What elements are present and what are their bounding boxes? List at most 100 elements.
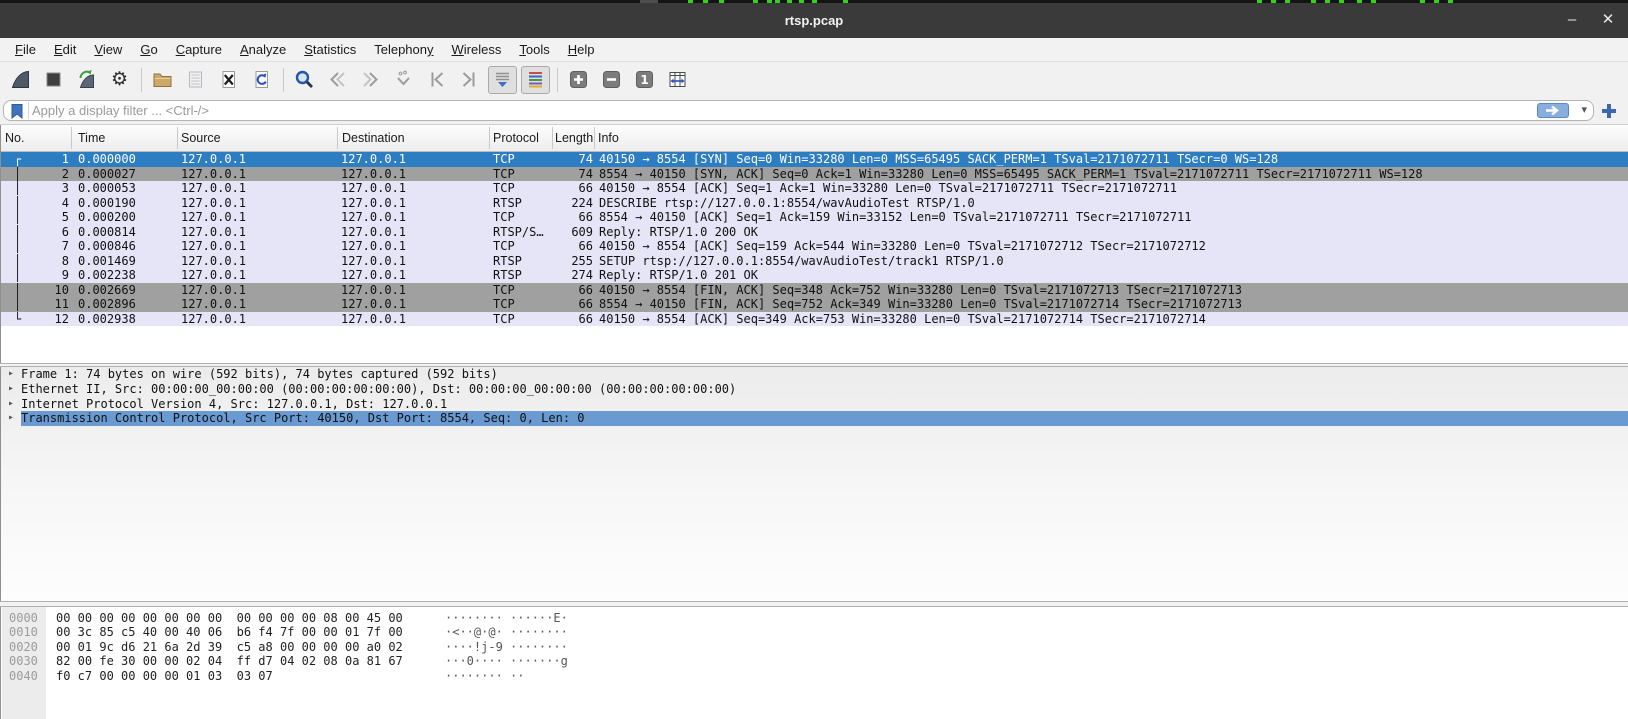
expander-icon[interactable]: ▸ bbox=[1, 411, 21, 426]
menu-view[interactable]: View bbox=[85, 38, 131, 61]
cell-dst: 127.0.0.1 bbox=[341, 254, 489, 269]
capture-stop-icon[interactable] bbox=[39, 66, 68, 94]
hex-row-0040[interactable]: 0040f0 c7 00 00 00 00 01 03 03 07·······… bbox=[1, 669, 1628, 683]
cell-info: 40150 → 8554 [FIN, ACK] Seq=348 Ack=752 … bbox=[599, 283, 1628, 298]
column-header-info[interactable]: Info bbox=[598, 125, 619, 152]
expander-icon[interactable]: ▸ bbox=[1, 367, 21, 382]
column-separator[interactable] bbox=[71, 127, 72, 149]
hex-bytes: f0 c7 00 00 00 00 01 03 03 07 bbox=[56, 669, 273, 683]
menu-help[interactable]: Help bbox=[559, 38, 604, 61]
file-reload-icon[interactable] bbox=[247, 66, 276, 94]
packet-row-11[interactable]: │110.002896127.0.0.1127.0.0.1TCP668554 →… bbox=[1, 297, 1628, 312]
hex-row-0000[interactable]: 000000 00 00 00 00 00 00 00 00 00 00 00 … bbox=[1, 611, 1628, 625]
cell-dst: 127.0.0.1 bbox=[341, 196, 489, 211]
file-close-icon[interactable] bbox=[214, 66, 243, 94]
menu-telephony[interactable]: Telephony bbox=[365, 38, 442, 61]
go-back-icon[interactable] bbox=[323, 66, 352, 94]
menu-statistics[interactable]: Statistics bbox=[295, 38, 365, 61]
find-packet-icon[interactable] bbox=[290, 66, 319, 94]
packet-row-4[interactable]: │40.000190127.0.0.1127.0.0.1RTSP224DESCR… bbox=[1, 196, 1628, 211]
toolbar-separator bbox=[141, 68, 142, 92]
hex-ascii: ········ ·· bbox=[445, 669, 524, 683]
column-separator[interactable] bbox=[489, 127, 490, 149]
menu-edit[interactable]: Edit bbox=[45, 38, 85, 61]
packet-row-9[interactable]: │90.002238127.0.0.1127.0.0.1RTSP274Reply… bbox=[1, 268, 1628, 283]
column-header-source[interactable]: Source bbox=[181, 125, 221, 152]
cell-len: 66 bbox=[539, 210, 593, 225]
packet-row-12[interactable]: └120.002938127.0.0.1127.0.0.1TCP6640150 … bbox=[1, 312, 1628, 327]
auto-scroll-icon[interactable] bbox=[488, 66, 517, 94]
column-separator[interactable] bbox=[594, 127, 595, 149]
go-to-packet-icon[interactable] bbox=[389, 66, 418, 94]
column-separator[interactable] bbox=[337, 127, 338, 149]
column-separator[interactable] bbox=[552, 127, 553, 149]
go-first-icon[interactable] bbox=[422, 66, 451, 94]
hex-ascii: ········ ······E· bbox=[445, 611, 568, 625]
cell-len: 66 bbox=[539, 312, 593, 327]
menu-go[interactable]: Go bbox=[131, 38, 166, 61]
packet-row-3[interactable]: │30.000053127.0.0.1127.0.0.1TCP6640150 →… bbox=[1, 181, 1628, 196]
go-last-icon[interactable] bbox=[455, 66, 484, 94]
resize-columns-icon[interactable] bbox=[663, 66, 692, 94]
add-filter-button-icon[interactable] bbox=[1600, 102, 1618, 120]
hex-row-0020[interactable]: 002000 01 9c d6 21 6a 2d 39 c5 a8 00 00 … bbox=[1, 640, 1628, 654]
capture-options-icon[interactable]: ⚙ bbox=[105, 66, 134, 94]
cell-no: 1 bbox=[1, 152, 69, 167]
colorize-icon[interactable] bbox=[521, 66, 550, 94]
menu-analyze[interactable]: Analyze bbox=[231, 38, 295, 61]
cell-time: 0.000814 bbox=[78, 225, 176, 240]
column-header-protocol[interactable]: Protocol bbox=[493, 125, 539, 152]
menu-tools[interactable]: Tools bbox=[510, 38, 558, 61]
packet-row-10[interactable]: │100.002669127.0.0.1127.0.0.1TCP6640150 … bbox=[1, 283, 1628, 298]
packet-row-1[interactable]: ┌10.000000127.0.0.1127.0.0.1TCP7440150 →… bbox=[1, 152, 1628, 167]
detail-text: Ethernet II, Src: 00:00:00_00:00:00 (00:… bbox=[21, 382, 1628, 397]
hex-row-0010[interactable]: 001000 3c 85 c5 40 00 40 06 b6 f4 7f 00 … bbox=[1, 625, 1628, 639]
detail-row-0[interactable]: ▸Frame 1: 74 bytes on wire (592 bits), 7… bbox=[1, 367, 1628, 382]
column-header-length[interactable]: Length bbox=[555, 125, 593, 152]
zoom-100-icon[interactable]: 1 bbox=[630, 66, 659, 94]
packet-row-5[interactable]: │50.000200127.0.0.1127.0.0.1TCP668554 → … bbox=[1, 210, 1628, 225]
menu-capture[interactable]: Capture bbox=[167, 38, 231, 61]
hex-bytes: 00 01 9c d6 21 6a 2d 39 c5 a8 00 00 00 0… bbox=[56, 640, 403, 654]
close-button[interactable]: ✕ bbox=[1594, 3, 1622, 38]
menu-wireless[interactable]: Wireless bbox=[443, 38, 511, 61]
column-header-destination[interactable]: Destination bbox=[342, 125, 405, 152]
zoom-out-icon[interactable] bbox=[597, 66, 626, 94]
column-header-no[interactable]: No. bbox=[5, 125, 24, 152]
bookmark-icon[interactable] bbox=[9, 103, 25, 119]
apply-arrow-icon bbox=[1545, 105, 1561, 116]
detail-row-2[interactable]: ▸Internet Protocol Version 4, Src: 127.0… bbox=[1, 397, 1628, 412]
cell-len: 274 bbox=[539, 268, 593, 283]
expander-icon[interactable]: ▸ bbox=[1, 382, 21, 397]
capture-start-icon[interactable] bbox=[6, 66, 35, 94]
expander-icon[interactable]: ▸ bbox=[1, 397, 21, 412]
packet-row-8[interactable]: │80.001469127.0.0.1127.0.0.1RTSP255SETUP… bbox=[1, 254, 1628, 269]
cell-no: 2 bbox=[1, 167, 69, 182]
column-header-time[interactable]: Time bbox=[78, 125, 105, 152]
detail-row-1[interactable]: ▸Ethernet II, Src: 00:00:00_00:00:00 (00… bbox=[1, 382, 1628, 397]
capture-restart-icon[interactable] bbox=[72, 66, 101, 94]
apply-filter-button[interactable] bbox=[1537, 103, 1569, 118]
svg-text:1: 1 bbox=[640, 73, 648, 87]
packet-list-header: No. Time Source Destination Protocol LengthIn… bbox=[1, 125, 1628, 152]
zoom-in-icon[interactable] bbox=[564, 66, 593, 94]
cell-info: 8554 → 40150 [FIN, ACK] Seq=752 Ack=349 … bbox=[599, 297, 1628, 312]
cell-dst: 127.0.0.1 bbox=[341, 181, 489, 196]
file-open-icon[interactable] bbox=[148, 66, 177, 94]
detail-row-3[interactable]: ▸Transmission Control Protocol, Src Port… bbox=[1, 411, 1628, 426]
go-forward-icon[interactable] bbox=[356, 66, 385, 94]
display-filter-input[interactable] bbox=[32, 101, 1462, 120]
packet-row-6[interactable]: │60.000814127.0.0.1127.0.0.1RTSP/S…609Re… bbox=[1, 225, 1628, 240]
filter-dropdown-caret[interactable]: ▾ bbox=[1581, 102, 1587, 119]
packet-row-7[interactable]: │70.000846127.0.0.1127.0.0.1TCP6640150 →… bbox=[1, 239, 1628, 254]
cell-len: 74 bbox=[539, 167, 593, 182]
column-separator[interactable] bbox=[177, 127, 178, 149]
hex-ascii: ····!j-9 ········ bbox=[445, 640, 568, 654]
file-save-icon[interactable] bbox=[181, 66, 210, 94]
packet-row-2[interactable]: │20.000027127.0.0.1127.0.0.1TCP748554 → … bbox=[1, 167, 1628, 182]
display-filter-field[interactable]: ▾ bbox=[3, 100, 1594, 121]
minimize-button[interactable]: – bbox=[1558, 3, 1586, 38]
menu-file[interactable]: File bbox=[6, 38, 45, 61]
detail-text: Transmission Control Protocol, Src Port:… bbox=[21, 411, 1628, 426]
hex-row-0030[interactable]: 003082 00 fe 30 00 00 02 04 ff d7 04 02 … bbox=[1, 654, 1628, 668]
